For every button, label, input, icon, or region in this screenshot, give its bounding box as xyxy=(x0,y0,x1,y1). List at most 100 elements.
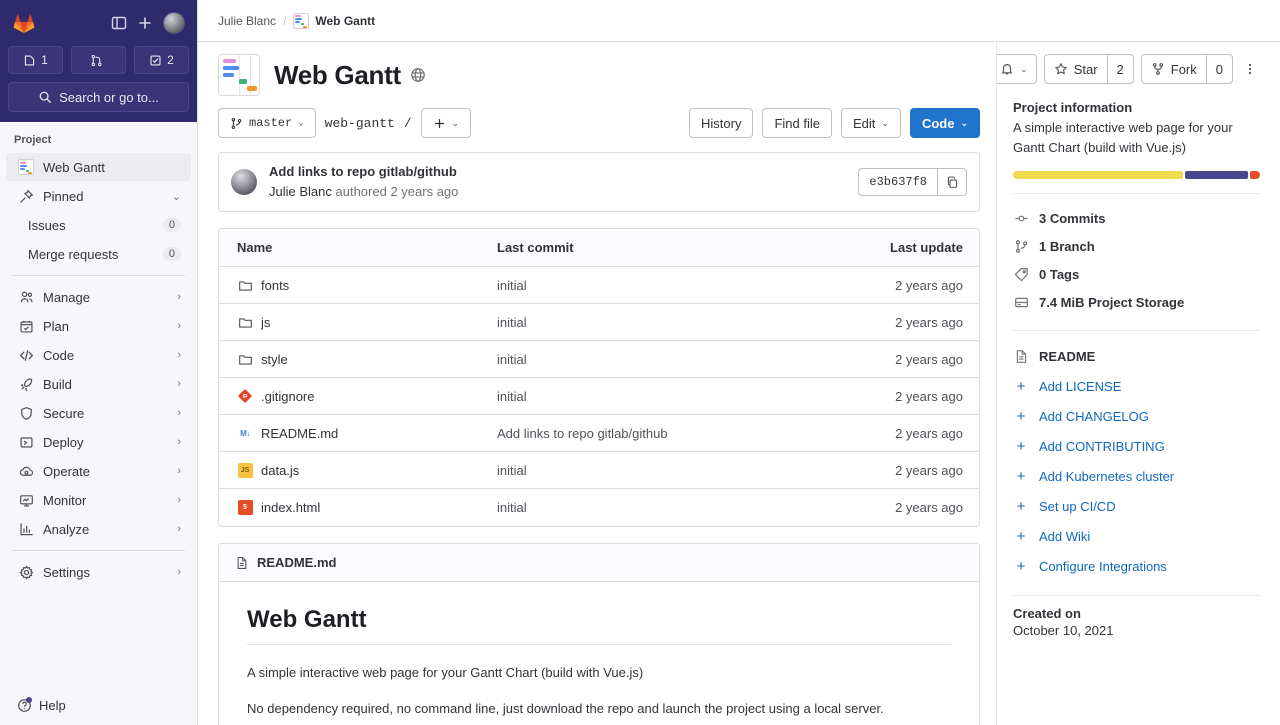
file-last-commit[interactable]: initial xyxy=(497,352,839,367)
file-last-commit[interactable]: initial xyxy=(497,315,839,330)
sidebar-item-build[interactable]: Build › xyxy=(6,370,191,398)
sidebar-item-plan[interactable]: Plan › xyxy=(6,312,191,340)
table-row[interactable]: M↓ README.md Add links to repo gitlab/gi… xyxy=(219,415,979,452)
breadcrumb-project[interactable]: Web Gantt xyxy=(293,13,375,29)
link-label: README xyxy=(1039,349,1095,364)
file-last-commit[interactable]: initial xyxy=(497,278,839,293)
sidebar-top-panel: 1 xyxy=(0,0,197,122)
link-label: Add LICENSE xyxy=(1039,379,1121,394)
table-row[interactable]: fonts initial 2 years ago xyxy=(219,267,979,304)
sidebar-item-deploy[interactable]: Deploy › xyxy=(6,428,191,456)
stat-branches[interactable]: 1 Branch xyxy=(1013,232,1260,260)
sidebar-item-settings[interactable]: Settings › xyxy=(6,558,191,586)
storage-icon xyxy=(1013,294,1029,310)
gear-icon xyxy=(18,564,34,580)
create-new-icon[interactable] xyxy=(137,15,153,31)
link-add-license[interactable]: + Add LICENSE xyxy=(1013,371,1260,401)
git-file-icon xyxy=(237,388,253,404)
language-segment-javascript[interactable] xyxy=(1013,171,1183,179)
table-row[interactable]: .gitignore initial 2 years ago xyxy=(219,378,979,415)
commit-message[interactable]: Add links to repo gitlab/github xyxy=(269,163,846,182)
file-name[interactable]: fonts xyxy=(261,278,289,293)
branch-selector[interactable]: master ⌄ xyxy=(218,108,316,138)
edit-button[interactable]: Edit ⌄ xyxy=(841,108,901,138)
file-name[interactable]: README.md xyxy=(261,426,338,441)
file-name[interactable]: .gitignore xyxy=(261,389,314,404)
sidebar-item-code[interactable]: Code › xyxy=(6,341,191,369)
link-readme[interactable]: README xyxy=(1013,341,1260,371)
stat-tags[interactable]: 0 Tags xyxy=(1013,260,1260,288)
sidebar-item-monitor[interactable]: Monitor › xyxy=(6,486,191,514)
help-link[interactable]: Help xyxy=(0,691,197,719)
add-to-repo-button[interactable]: ⌄ xyxy=(421,108,472,138)
branch-icon xyxy=(230,117,243,130)
link-set-up-cicd[interactable]: + Set up CI/CD xyxy=(1013,491,1260,521)
fork-button[interactable]: Fork xyxy=(1141,54,1206,84)
link-label: Add CHANGELOG xyxy=(1039,409,1149,424)
star-count[interactable]: 2 xyxy=(1107,54,1134,84)
file-last-commit[interactable]: initial xyxy=(497,500,839,515)
sidebar-count-merge-requests[interactable] xyxy=(71,46,126,74)
sidebar-item-label: Build xyxy=(43,377,168,392)
link-add-contributing[interactable]: + Add CONTRIBUTING xyxy=(1013,431,1260,461)
plus-icon: + xyxy=(1013,378,1029,394)
table-row[interactable]: style initial 2 years ago xyxy=(219,341,979,378)
file-name[interactable]: index.html xyxy=(261,500,320,515)
file-name[interactable]: style xyxy=(261,352,288,367)
gitlab-logo-icon[interactable] xyxy=(12,11,36,35)
sidebar-item-analyze[interactable]: Analyze › xyxy=(6,515,191,543)
file-name[interactable]: data.js xyxy=(261,463,299,478)
sidebar-item-issues[interactable]: Issues 0 xyxy=(6,211,191,239)
search-input[interactable]: Search or go to... xyxy=(8,82,189,112)
sidebar-count-issues[interactable]: 1 xyxy=(8,46,63,74)
sidebar-item-operate[interactable]: Operate › xyxy=(6,457,191,485)
table-row[interactable]: JS data.js initial 2 years ago xyxy=(219,452,979,489)
sidebar-item-secure[interactable]: Secure › xyxy=(6,399,191,427)
link-add-kubernetes-cluster[interactable]: + Add Kubernetes cluster xyxy=(1013,461,1260,491)
sidebar-count-todos[interactable]: 2 xyxy=(134,46,189,74)
file-last-commit[interactable]: Add links to repo gitlab/github xyxy=(497,426,839,441)
language-segment-html[interactable] xyxy=(1250,171,1260,179)
breadcrumb-owner[interactable]: Julie Blanc xyxy=(218,14,276,28)
project-thumbnail-icon xyxy=(18,159,34,175)
file-last-commit[interactable]: initial xyxy=(497,463,839,478)
file-name[interactable]: js xyxy=(261,315,270,330)
sidebar-item-pinned[interactable]: Pinned ⌄ xyxy=(6,182,191,210)
code-icon xyxy=(18,347,34,363)
path-segment[interactable]: web-gantt xyxy=(325,116,395,131)
table-row[interactable]: js initial 2 years ago xyxy=(219,304,979,341)
table-row[interactable]: 5 index.html initial 2 years ago xyxy=(219,489,979,526)
code-button[interactable]: Code ⌄ xyxy=(910,108,980,138)
kebab-menu-icon[interactable] xyxy=(1240,61,1260,77)
chevron-right-icon: › xyxy=(177,291,181,303)
copy-icon[interactable] xyxy=(937,168,967,196)
toggle-sidebar-icon[interactable] xyxy=(111,15,127,31)
readme-filename[interactable]: README.md xyxy=(257,555,336,570)
file-name-cell: js xyxy=(219,314,497,330)
language-segment-vue[interactable] xyxy=(1185,171,1248,179)
stat-storage[interactable]: 7.4 MiB Project Storage xyxy=(1013,288,1260,316)
link-add-changelog[interactable]: + Add CHANGELOG xyxy=(1013,401,1260,431)
commit-sha[interactable]: e3b637f8 xyxy=(858,168,937,196)
commit-author[interactable]: Julie Blanc xyxy=(269,184,332,199)
link-configure-integrations[interactable]: + Configure Integrations xyxy=(1013,551,1260,581)
user-avatar[interactable] xyxy=(163,12,185,34)
link-add-wiki[interactable]: + Add Wiki xyxy=(1013,521,1260,551)
file-last-commit[interactable]: initial xyxy=(497,389,839,404)
find-file-button[interactable]: Find file xyxy=(762,108,832,138)
file-name-cell: .gitignore xyxy=(219,388,497,404)
path-separator: / xyxy=(404,116,412,131)
fork-count[interactable]: 0 xyxy=(1206,54,1233,84)
notifications-button[interactable]: ⌄ xyxy=(996,54,1037,84)
sidebar-item-merge-requests[interactable]: Merge requests 0 xyxy=(6,240,191,268)
stat-commits[interactable]: 3 Commits xyxy=(1013,204,1260,232)
help-notification-dot xyxy=(26,697,32,703)
chart-icon xyxy=(18,521,34,537)
history-button[interactable]: History xyxy=(689,108,753,138)
star-button[interactable]: Star xyxy=(1044,54,1107,84)
sidebar-section-project: Project xyxy=(0,130,197,152)
sidebar-item-web-gantt[interactable]: Web Gantt xyxy=(6,153,191,181)
sidebar-item-label: Settings xyxy=(43,565,168,580)
commit-info: Add links to repo gitlab/github Julie Bl… xyxy=(269,163,846,201)
sidebar-item-manage[interactable]: Manage › xyxy=(6,283,191,311)
